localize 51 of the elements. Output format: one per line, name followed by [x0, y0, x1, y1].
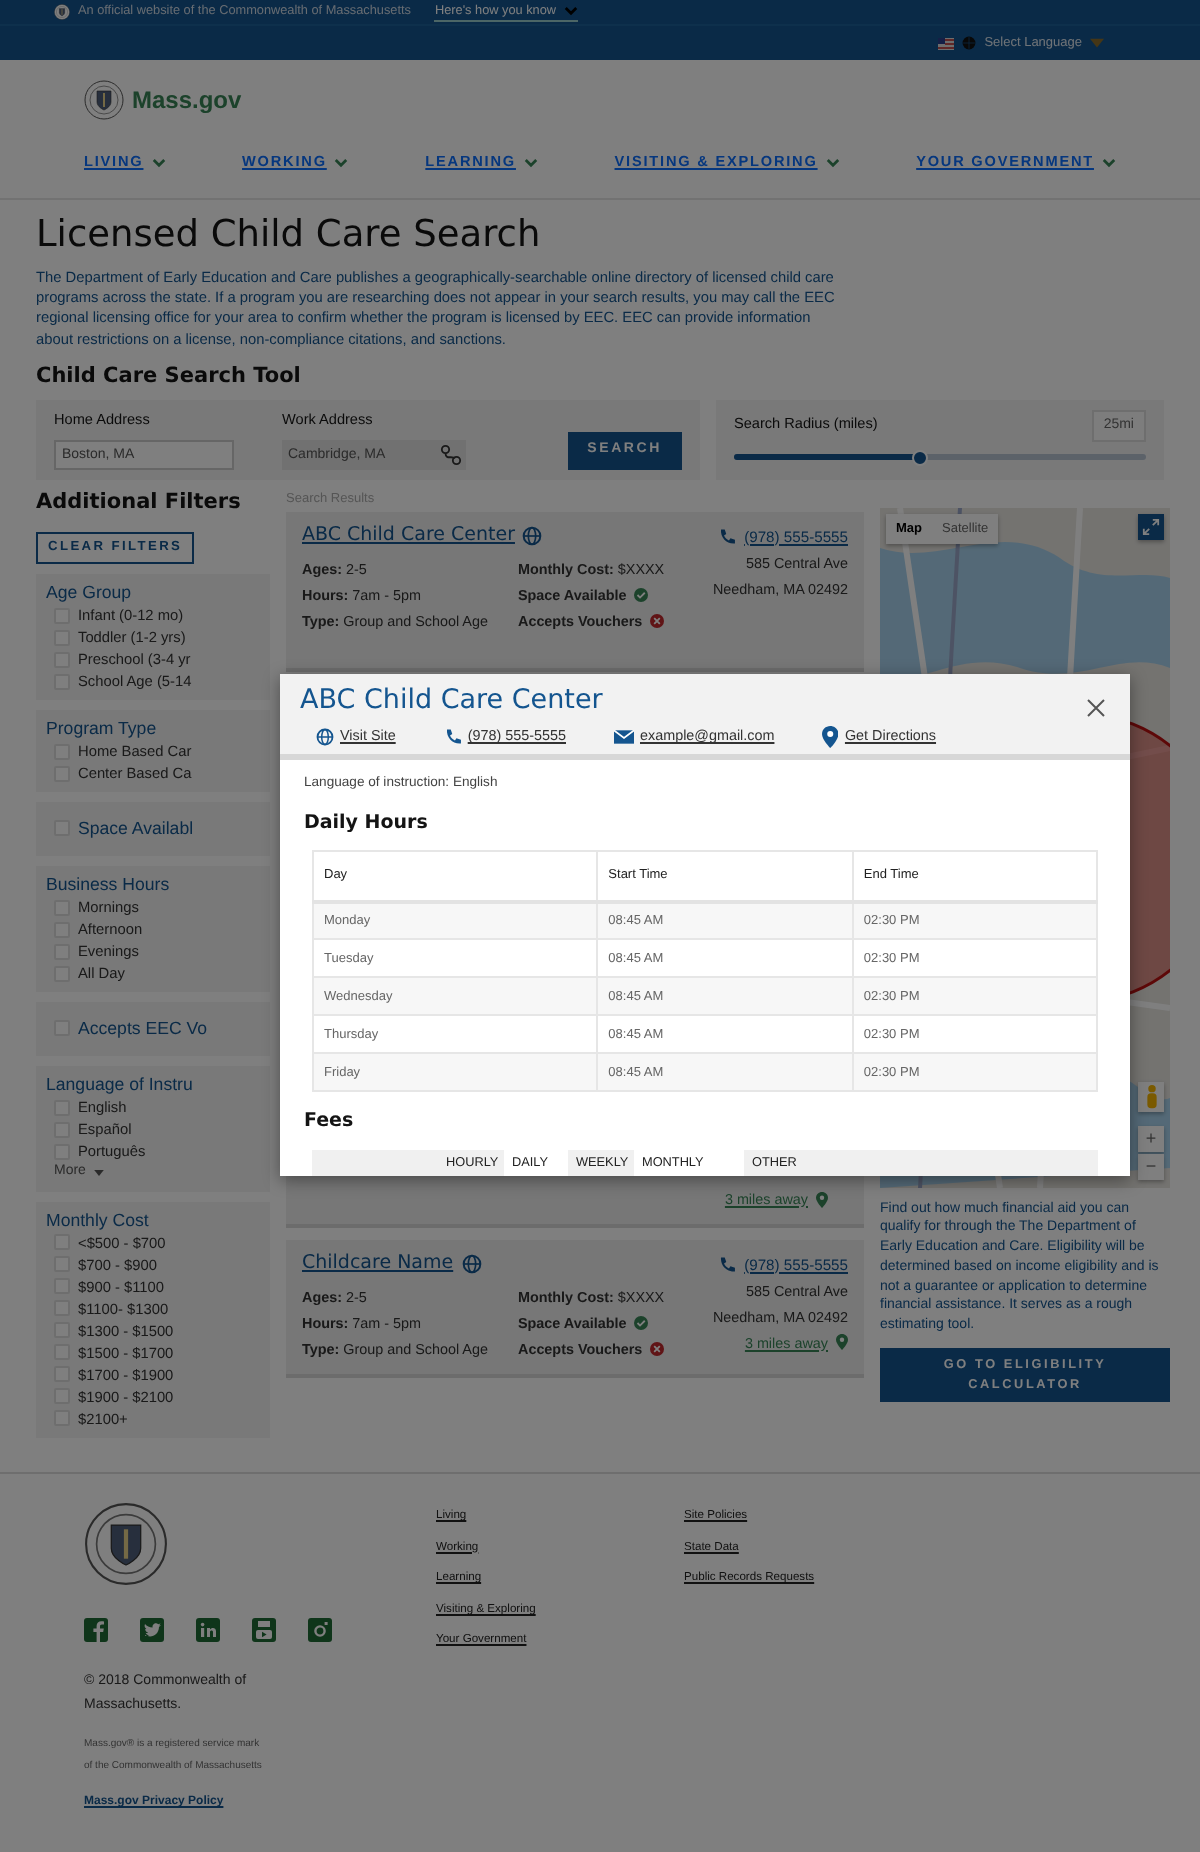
pegman-icon: [1143, 1083, 1159, 1109]
instagram-icon: [308, 1618, 332, 1642]
seal-icon: [84, 80, 124, 120]
globe-icon: [316, 728, 334, 746]
zoom-in-button[interactable]: +: [1138, 1125, 1164, 1151]
linkedin-icon: [196, 1618, 220, 1642]
site-logo[interactable]: Mass.gov: [132, 82, 242, 118]
facebook-icon: [84, 1618, 108, 1642]
phone-icon: [443, 728, 462, 746]
globe-icon: [522, 525, 543, 545]
phone-icon: [718, 527, 737, 545]
modal-title: ABC Child Care Center: [300, 684, 603, 718]
pin-icon: [836, 1334, 848, 1350]
filter-group-title: Age Group: [46, 580, 134, 605]
phone-icon: [718, 1255, 737, 1273]
globe-icon: [962, 36, 977, 50]
filter-toggle-label[interactable]: Accepts EEC Vo: [78, 1016, 208, 1041]
flag-icon: [938, 37, 955, 49]
chevron-down-icon: [523, 157, 538, 168]
youtube-icon: [252, 1618, 276, 1642]
pin-icon: [822, 726, 839, 748]
section-heading: Child Care Search Tool: [36, 361, 303, 392]
chevron-down-icon: [151, 157, 166, 168]
provider-name-link[interactable]: Childcare Name: [302, 1251, 454, 1275]
caret-icon: [1090, 38, 1104, 48]
filter-group-title: Program Type: [46, 716, 159, 741]
provider-name-link[interactable]: ABC Child Care Center: [302, 523, 515, 547]
page-title: Licensed Child Care Search: [36, 212, 543, 260]
chevron-down-icon: [334, 157, 349, 168]
twitter-icon: [140, 1618, 164, 1642]
section-heading: Fees: [304, 1108, 356, 1137]
globe-icon: [461, 1253, 482, 1273]
chevron-down-icon: [825, 157, 840, 168]
seal-icon: [54, 4, 70, 20]
filter-group-title: Language of Instru: [46, 1072, 195, 1097]
caret-icon: [93, 1169, 104, 1176]
chevron-down-icon: [564, 6, 579, 16]
envelope-icon: [614, 730, 634, 744]
close-button[interactable]: [1086, 698, 1106, 718]
zoom-out-button[interactable]: −: [1138, 1153, 1164, 1179]
filter-group-title: Business Hours: [46, 872, 172, 897]
section-heading: Additional Filters: [36, 487, 243, 517]
section-heading: Daily Hours: [304, 810, 430, 839]
fullscreen-button[interactable]: [1138, 513, 1164, 539]
seal-drawing: [84, 1502, 168, 1586]
filter-group-title: Monthly Cost: [46, 1207, 151, 1232]
slider-track[interactable]: [734, 454, 1146, 461]
pin-icon: [816, 1192, 828, 1209]
filter-toggle-label[interactable]: Space Availabl: [78, 816, 194, 841]
slider-thumb[interactable]: [911, 449, 928, 466]
chevron-down-icon: [1101, 157, 1116, 168]
